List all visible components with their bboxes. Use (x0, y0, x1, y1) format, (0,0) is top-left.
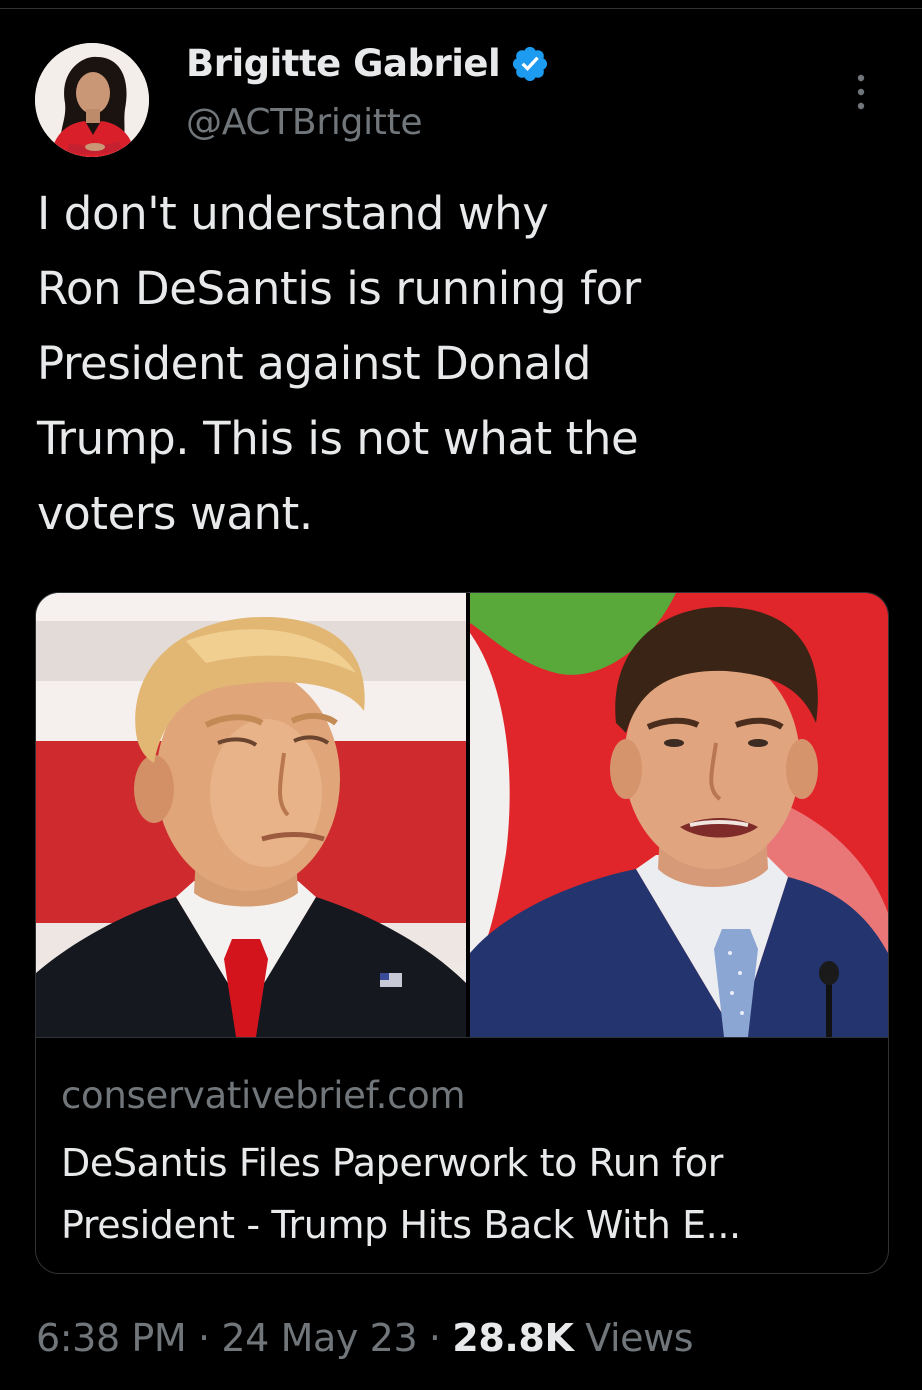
left-portrait (36, 593, 466, 1037)
meta-separator: · (198, 1316, 210, 1360)
tweet-meta: 6:38 PM · 24 May 23 · 28.8K Views (36, 1316, 694, 1360)
author-name-row: Brigitte Gabriel (186, 42, 550, 85)
author-handle[interactable]: @ACTBrigitte (186, 102, 423, 143)
avatar[interactable] (35, 43, 149, 157)
tweet-text: I don't understand why Ron DeSantis is r… (37, 187, 641, 540)
link-card-meta[interactable]: conservativebrief.com DeSantis Files Pap… (36, 1037, 888, 1273)
top-divider (0, 0, 922, 9)
views-count[interactable]: 28.8K (452, 1316, 574, 1360)
link-card[interactable]: conservativebrief.com DeSantis Files Pap… (35, 592, 889, 1274)
avatar-image (35, 43, 149, 157)
verified-badge-icon[interactable] (510, 44, 550, 84)
tweet-date[interactable]: 24 May 23 (221, 1316, 417, 1360)
link-card-image[interactable] (36, 593, 888, 1037)
right-portrait (470, 593, 888, 1037)
author-display-name[interactable]: Brigitte Gabriel (186, 42, 501, 85)
tweet-time[interactable]: 6:38 PM (36, 1316, 187, 1360)
link-card-title[interactable]: DeSantis Files Paperwork to Run for Pres… (61, 1132, 861, 1256)
meta-separator: · (428, 1316, 441, 1360)
more-options-icon[interactable] (846, 70, 876, 114)
link-card-domain: conservativebrief.com (61, 1074, 466, 1117)
views-label: Views (585, 1316, 694, 1360)
